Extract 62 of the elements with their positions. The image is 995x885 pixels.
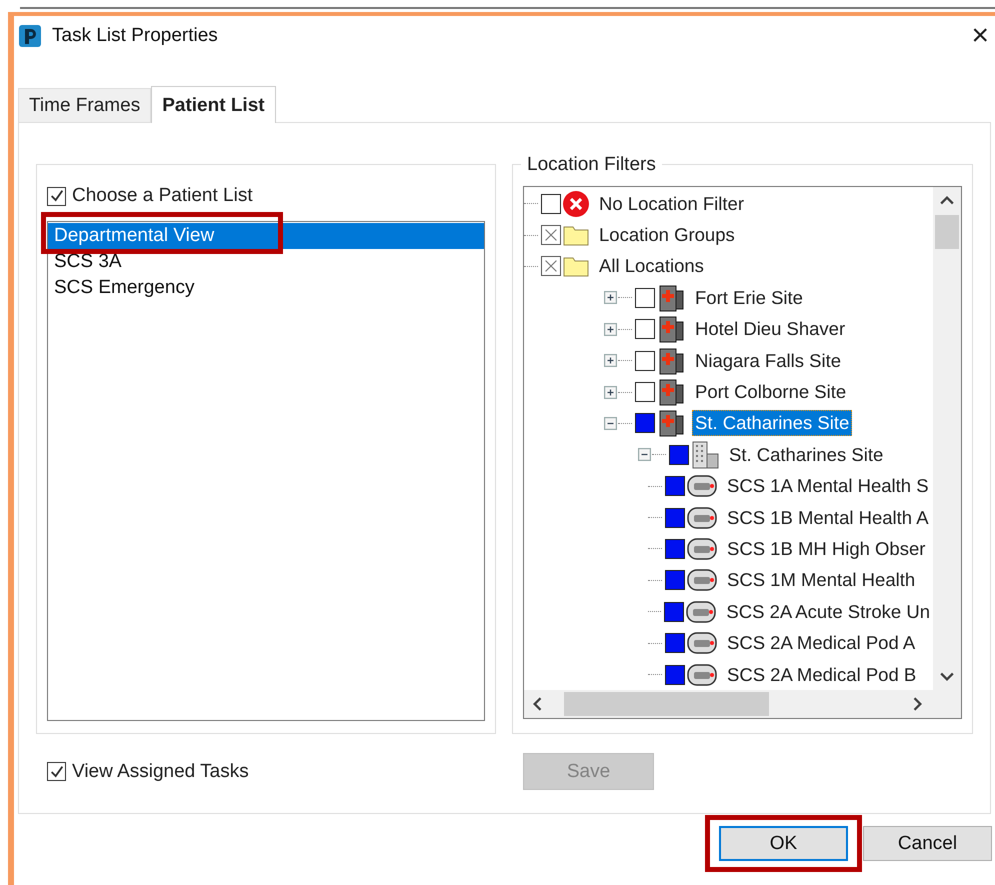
window-title: Task List Properties — [52, 25, 218, 47]
tab[interactable]: Patient List — [151, 86, 276, 123]
tree-checkbox[interactable] — [669, 444, 689, 465]
tree-checkbox[interactable] — [665, 476, 685, 496]
tree-item[interactable]: Niagara Falls Site — [692, 348, 844, 374]
expander-icon[interactable] — [604, 322, 618, 336]
tree-checkbox[interactable] — [635, 413, 655, 434]
list-item[interactable]: SCS Emergency — [48, 275, 484, 301]
tree-item[interactable]: Fort Erie Site — [692, 284, 806, 311]
tree-checkbox[interactable] — [541, 194, 561, 214]
tree-item[interactable]: All Locations — [596, 253, 707, 280]
scroll-down-icon[interactable] — [940, 672, 954, 682]
list-item[interactable]: Departmental View — [48, 223, 484, 249]
tree-checkbox[interactable] — [665, 570, 685, 590]
tree-checkbox[interactable] — [541, 225, 561, 246]
scroll-thumb[interactable] — [935, 215, 959, 249]
tree-checkbox[interactable] — [664, 602, 684, 622]
check-icon — [48, 188, 64, 204]
tree-item[interactable]: St. Catharines Site — [692, 410, 852, 436]
tree-checkbox[interactable] — [665, 633, 685, 654]
building-icon — [690, 440, 720, 470]
tree-item[interactable]: SCS 2A Acute Stroke Un — [723, 598, 933, 625]
scroll-up-icon[interactable] — [940, 195, 954, 205]
tree-checkbox[interactable] — [635, 350, 655, 371]
horizontal-scrollbar[interactable] — [524, 690, 961, 718]
check-icon — [48, 764, 64, 780]
choose-list-checkbox[interactable]: Choose a Patient List — [47, 185, 485, 207]
dialog-button[interactable]: OK — [719, 826, 848, 861]
expander-icon[interactable] — [638, 448, 652, 462]
scroll-thumb[interactable] — [564, 692, 769, 716]
tree-item[interactable]: No Location Filter — [596, 190, 747, 217]
tree-checkbox[interactable] — [665, 538, 685, 559]
error-icon — [562, 190, 590, 218]
close-button[interactable]: × — [971, 21, 989, 51]
tree-item[interactable]: Hotel Dieu Shaver — [692, 316, 848, 342]
tree-checkbox[interactable] — [635, 382, 655, 402]
list-item[interactable]: SCS 3A — [48, 249, 484, 275]
expander-icon[interactable] — [604, 416, 618, 430]
tree-item[interactable]: SCS 1B Mental Health A — [724, 504, 932, 531]
dialog-button[interactable]: Cancel — [863, 826, 992, 861]
expander-icon[interactable] — [604, 354, 618, 368]
expander-icon[interactable] — [604, 386, 618, 399]
tree-checkbox[interactable] — [635, 288, 655, 308]
tree-item[interactable]: SCS 1M Mental Health — [724, 567, 918, 594]
tree-item[interactable]: SCS 1B MH High Obser — [724, 536, 928, 562]
tab[interactable]: Time Frames — [18, 88, 152, 122]
tree-checkbox[interactable] — [665, 664, 685, 685]
app-logo-icon — [18, 24, 42, 48]
scroll-left-icon[interactable] — [532, 697, 542, 711]
tree-item[interactable]: St. Catharines Site — [726, 442, 886, 468]
tree-checkbox[interactable] — [541, 256, 561, 276]
tree-item[interactable]: SCS 1A Mental Health S — [724, 473, 932, 500]
tree-item[interactable]: SCS 2A Medical Pod B — [724, 662, 920, 688]
expander-icon[interactable] — [604, 291, 618, 304]
tree-checkbox[interactable] — [665, 508, 685, 528]
scroll-right-icon[interactable] — [913, 697, 923, 711]
tree-item[interactable]: Port Colborne Site — [692, 379, 850, 406]
vertical-scrollbar[interactable] — [933, 187, 961, 690]
tree-item[interactable]: SCS 2A Medical Pod A — [724, 630, 918, 656]
tree-item[interactable]: Location Groups — [596, 222, 738, 248]
view-assigned-checkbox[interactable]: View Assigned Tasks — [36, 760, 523, 782]
tree-checkbox[interactable] — [635, 319, 655, 340]
